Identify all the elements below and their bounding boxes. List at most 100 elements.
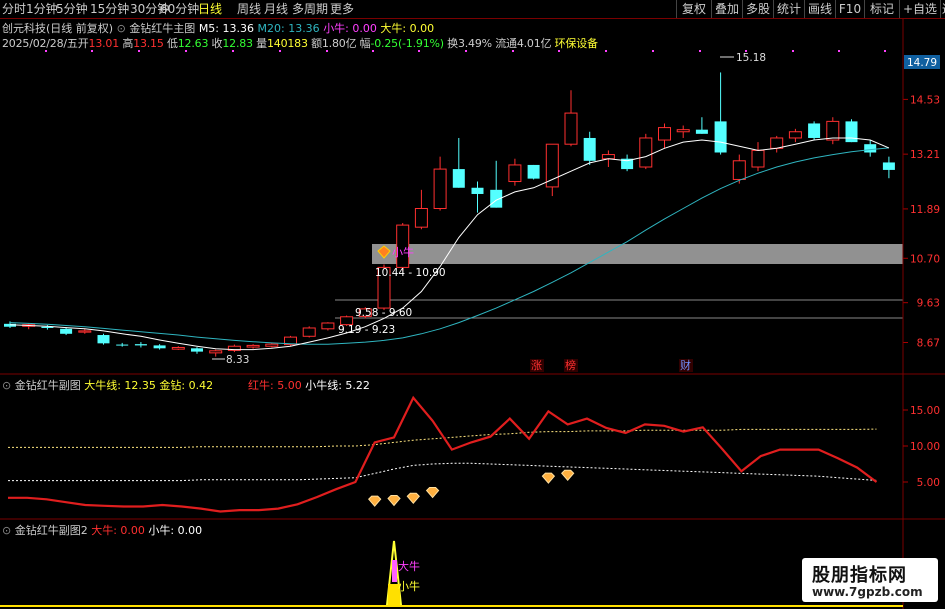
candle-body-up[interactable]	[321, 322, 335, 330]
sub1-header: ⊙ 金钻红牛副图 大牛线: 12.35 金钻: 0.42	[2, 377, 213, 393]
candle-body-down[interactable]	[116, 344, 129, 346]
candle-body-up[interactable]	[658, 127, 671, 141]
close-label: 收	[211, 37, 223, 50]
sub1-dot-icon: ⊙	[2, 379, 12, 392]
candle-body-down[interactable]	[134, 344, 147, 346]
indicator-dot-icon: ⊙	[116, 22, 126, 35]
band-low-label: 9.19 - 9.23	[338, 324, 395, 336]
signal-dot	[605, 50, 607, 52]
candle-body-up[interactable]	[265, 343, 279, 347]
band-mid-label: 9.58 - 9.60	[355, 307, 412, 319]
event-marker: 涨	[531, 359, 542, 372]
float-label: 流通	[495, 37, 517, 50]
ma20-value: M20: 13.36	[257, 22, 320, 35]
xiaoniuxian-value: 小牛线: 5.22	[305, 379, 370, 392]
candle-body-up[interactable]	[770, 137, 784, 149]
candle-body-down[interactable]	[97, 335, 110, 344]
vol-label: 量	[256, 37, 267, 50]
sub1-name[interactable]: 金钻红牛副图	[15, 379, 81, 392]
xiaoniuxian-line	[8, 462, 877, 482]
chg-value: -0.25(-1.91%)	[370, 37, 444, 50]
candle-body-up[interactable]	[601, 154, 615, 160]
quote-line: 2025/02/28/五开13.01 高13.15 低12.63 收12.83 …	[2, 35, 598, 51]
indicator-name[interactable]: 金钻红牛主图	[129, 22, 195, 35]
kline-chart: 15.18 8.33 10.44 - 10.90 9.58 - 9.60 9.19 - …	[0, 19, 945, 609]
sub2-xiaoniu-label: 小牛	[398, 579, 420, 593]
turn-label: 换	[447, 37, 458, 50]
signal-dot	[792, 50, 794, 52]
candle-body-down[interactable]	[845, 121, 858, 143]
main-panel-bg	[0, 19, 903, 373]
candle-body-up[interactable]	[508, 164, 522, 183]
candle-body-up[interactable]	[433, 168, 447, 210]
jinzuan-diamond-icon	[561, 469, 575, 482]
event-marker: 财	[680, 358, 691, 372]
y-tick-label: 13.21	[910, 149, 940, 161]
sub-indicator-panel-2[interactable]: 大牛小牛	[0, 540, 903, 607]
candle-body-up[interactable]	[302, 327, 316, 337]
main-y-axis: 14.53 13.21 11.89 10.70 9.63 8.67 14.79	[903, 55, 940, 350]
jinzuan-value: 金钻: 0.42	[159, 379, 214, 392]
candle-body-up[interactable]	[676, 129, 690, 133]
signal-dot	[652, 50, 654, 52]
event-marker: 榜	[565, 358, 576, 372]
candle-body-up[interactable]	[246, 344, 260, 348]
candle-body-up[interactable]	[826, 120, 840, 141]
sub-indicator-panel-1[interactable]	[8, 395, 878, 513]
candle-body-down[interactable]	[882, 162, 895, 170]
open-value: 13.01	[88, 37, 120, 50]
sub2-name[interactable]: 金钻红牛副图2	[15, 524, 88, 537]
sub1-header-right: 红牛: 5.00 小牛线: 5.22	[248, 377, 370, 393]
low-price-label: 8.33	[226, 354, 249, 366]
site-watermark: 股朋指标网 www.7gpzb.com	[802, 558, 938, 602]
candle-body-up[interactable]	[545, 143, 559, 188]
sub1-tick-label: 15.00	[910, 405, 940, 417]
jinzuan-diamond-icon	[406, 492, 420, 505]
sub2-xiaoniu-value: 小牛: 0.00	[148, 524, 203, 537]
xiaoniu-signal-label: 小牛	[392, 245, 414, 259]
candle-body-up[interactable]	[788, 131, 802, 139]
jinzuan-diamond-icon	[425, 487, 440, 499]
candle-body-down[interactable]	[527, 164, 540, 179]
signal-band-top	[372, 244, 903, 264]
daniu-bar	[392, 560, 397, 582]
candle-body-up[interactable]	[564, 112, 578, 145]
signal-dot	[699, 50, 701, 52]
main-price-panel[interactable]	[0, 19, 903, 373]
y-tick-label: 14.53	[910, 94, 940, 106]
watermark-url: www.7gpzb.com	[812, 585, 923, 599]
candle-body-up[interactable]	[732, 160, 746, 180]
candle-body-up[interactable]	[209, 350, 223, 354]
candle-body-up[interactable]	[171, 346, 185, 350]
candle-body-down[interactable]	[714, 121, 727, 153]
quote-date: 2025/02/28/五	[2, 37, 78, 50]
candle-body-up[interactable]	[751, 149, 765, 168]
candle-body-down[interactable]	[60, 328, 73, 334]
amt-value: 1.80亿	[321, 37, 357, 50]
candle-body-down[interactable]	[153, 345, 166, 349]
daniu-value: 大牛: 0.00	[380, 22, 435, 35]
daniuxian-value: 大牛线: 12.35	[84, 379, 156, 392]
float-value: 4.01亿	[516, 37, 552, 50]
open-label: 开	[77, 37, 89, 50]
candle-body-down[interactable]	[452, 169, 465, 188]
y-tick-label: 9.63	[917, 298, 940, 310]
jinzuan-diamond-icon	[368, 495, 382, 507]
candle-body-down[interactable]	[808, 123, 821, 138]
sector-tag[interactable]: 环保设备	[555, 37, 598, 50]
current-price-label: 14.79	[907, 57, 937, 69]
chg-label: 幅	[359, 37, 371, 50]
candle-body-down[interactable]	[583, 137, 596, 161]
candle-body-up[interactable]	[414, 208, 428, 228]
candle-body-down[interactable]	[864, 144, 877, 153]
stock-title[interactable]: 创元科技(日线 前复权)	[2, 22, 113, 35]
main-header: 创元科技(日线 前复权) ⊙ 金钻红牛主图 M5: 13.36 M20: 13.…	[2, 20, 434, 36]
candle-body-down[interactable]	[471, 187, 484, 194]
sub1-tick-label: 10.00	[910, 441, 940, 453]
candle-body-up[interactable]	[639, 137, 653, 168]
candle-body-down[interactable]	[191, 348, 203, 352]
candle-body-down[interactable]	[695, 129, 708, 134]
candle-body-up[interactable]	[78, 330, 92, 333]
sub2-daniu-value: 大牛: 0.00	[91, 524, 145, 537]
band-top-label: 10.44 - 10.90	[375, 267, 446, 279]
